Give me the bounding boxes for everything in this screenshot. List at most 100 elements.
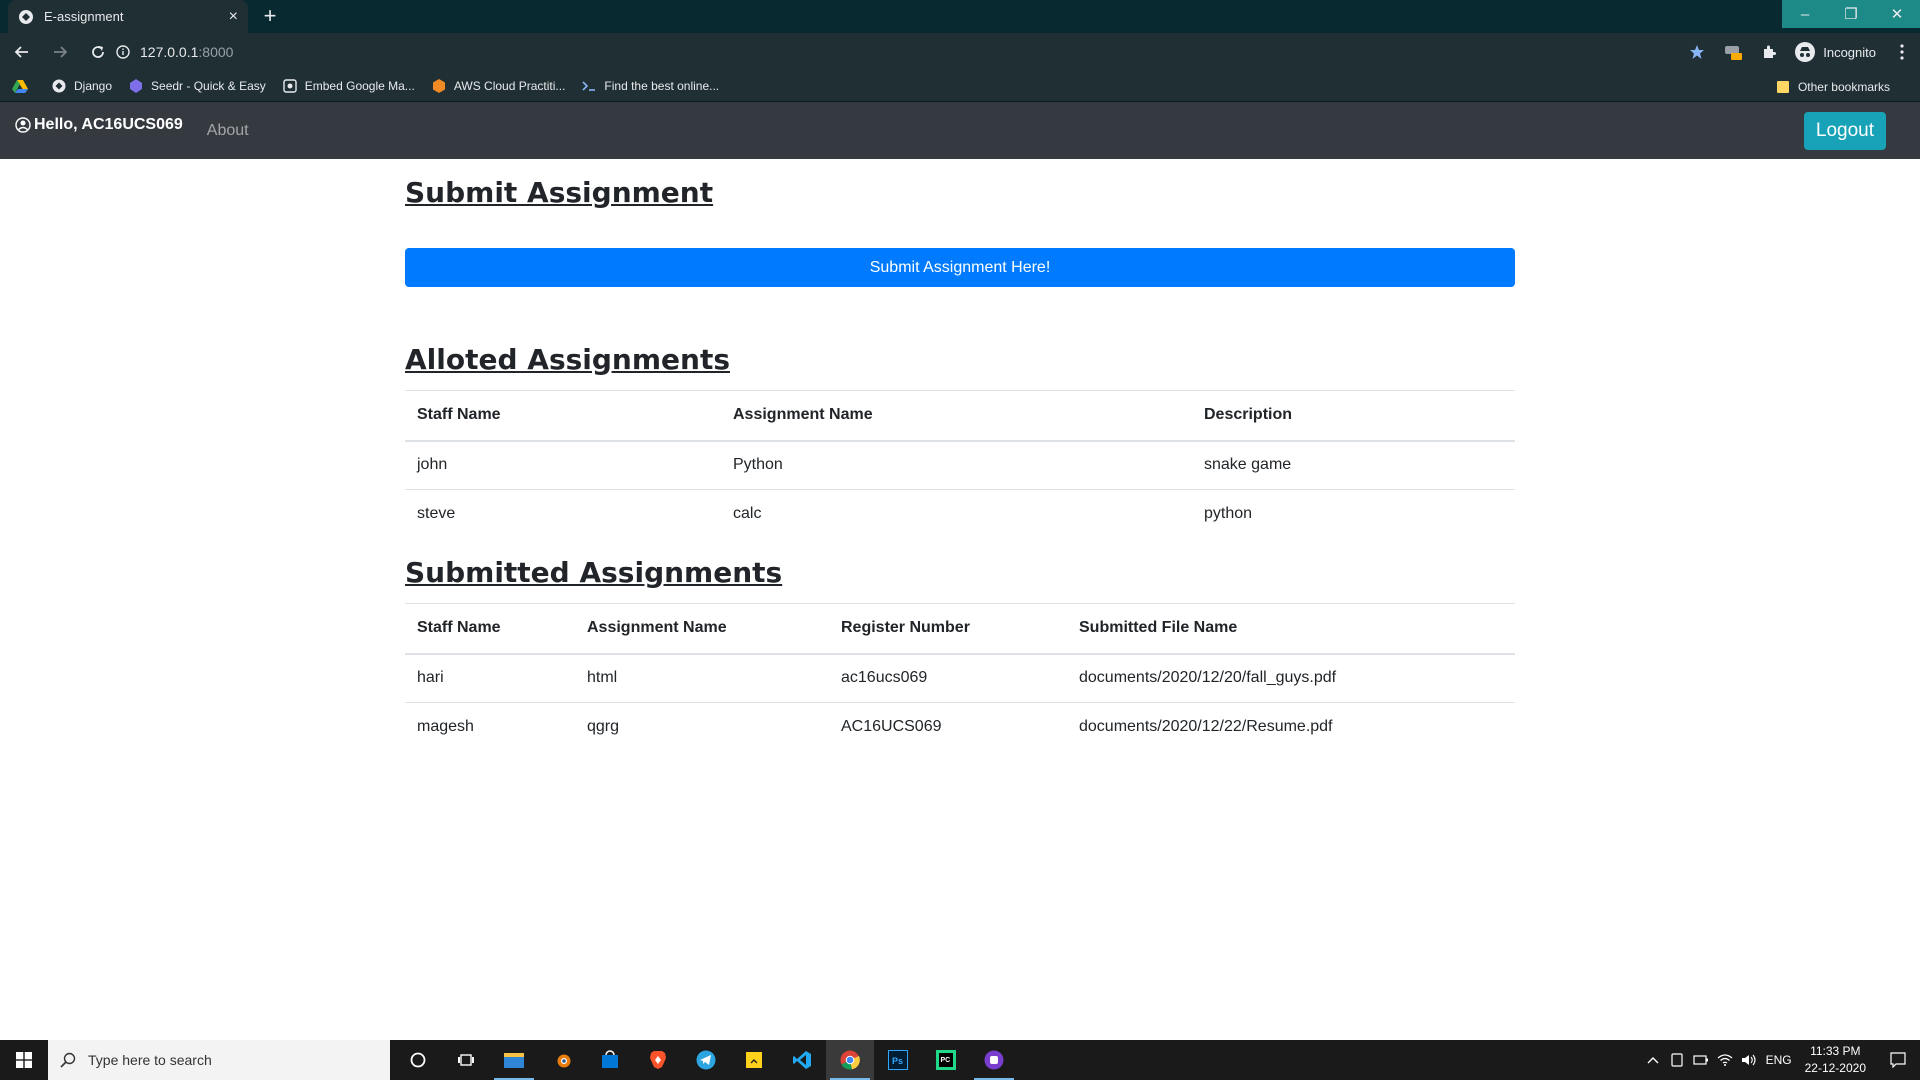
windows-taskbar: Type here to search Ps PC ENG 11:33 PM 2… (0, 1040, 1920, 1080)
extensions-icon[interactable] (1753, 36, 1785, 68)
store-icon[interactable] (586, 1040, 634, 1080)
bookmark-item[interactable]: Seedr - Quick & Easy (128, 78, 266, 94)
profile-button[interactable]: Incognito (1787, 42, 1884, 62)
bookmark-item[interactable]: Django (51, 78, 112, 94)
info-icon[interactable] (116, 45, 130, 59)
url-port: :8000 (198, 44, 234, 60)
staff-name-cell: john (405, 440, 721, 490)
register-number-cell: AC16UCS069 (829, 702, 1067, 752)
other-bookmarks[interactable]: Other bookmarks (1775, 71, 1890, 102)
table-header-row: Staff Name Assignment Name Register Numb… (405, 603, 1515, 655)
battery-icon[interactable] (1689, 1040, 1713, 1080)
assignment-name-cell: html (575, 653, 829, 703)
system-tray: ENG 11:33 PM 22-12-2020 (1641, 1040, 1920, 1080)
terminal-icon (581, 78, 597, 94)
notification-center-icon[interactable] (1876, 1040, 1920, 1080)
menu-kebab-icon[interactable] (1886, 36, 1918, 68)
svg-text:Ps: Ps (892, 1056, 903, 1066)
staff-name-cell: steve (405, 489, 721, 539)
cortana-icon[interactable] (394, 1040, 442, 1080)
alloted-assignments-heading: Alloted Assignments (405, 343, 730, 376)
back-button[interactable] (6, 36, 38, 68)
bookmark-star-icon[interactable] (1681, 36, 1713, 68)
column-header: Description (1192, 390, 1515, 442)
tracking-off-icon[interactable] (1717, 36, 1749, 68)
device-icon[interactable] (1665, 1040, 1689, 1080)
arrow-left-icon (14, 46, 28, 58)
browser-toolbar: 127.0.0.1:8000 Incognito (0, 33, 1920, 71)
staff-name-cell: hari (405, 653, 575, 703)
column-header: Staff Name (405, 390, 721, 442)
language-indicator[interactable]: ENG (1761, 1040, 1797, 1080)
close-tab-icon[interactable]: × (229, 8, 238, 26)
minimize-button[interactable]: – (1782, 0, 1828, 28)
bookmark-item[interactable]: AWS Cloud Practiti... (431, 78, 565, 94)
bookmark-label: Django (74, 79, 113, 93)
bookmark-label: Find the best online... (604, 79, 720, 93)
submit-assignment-button[interactable]: Submit Assignment Here! (405, 248, 1515, 287)
search-icon (60, 1052, 76, 1068)
taskbar-search-box[interactable]: Type here to search (48, 1040, 390, 1080)
arrow-right-icon (54, 46, 68, 58)
assignment-name-cell: Python (721, 440, 1192, 490)
chrome-icon[interactable] (826, 1040, 874, 1080)
windows-logo-icon (16, 1052, 32, 1068)
vscode-icon[interactable] (778, 1040, 826, 1080)
taskbar-clock[interactable]: 11:33 PM 22-12-2020 (1805, 1043, 1866, 1077)
submit-assignment-heading: Submit Assignment (405, 176, 714, 209)
column-header: Staff Name (405, 603, 575, 655)
incognito-icon (1795, 42, 1816, 62)
bookmark-item[interactable]: Embed Google Ma... (282, 78, 415, 94)
assignment-name-cell: qgrg (575, 702, 829, 752)
bookmark-label: Seedr - Quick & Easy (151, 79, 266, 93)
table-row: john Python snake game (405, 440, 1515, 490)
submitted-file-cell: documents/2020/12/22/Resume.pdf (1067, 702, 1515, 752)
user-greeting[interactable]: Hello, AC16UCS069 (15, 116, 183, 134)
file-explorer-icon[interactable] (490, 1040, 538, 1080)
submitted-assignments-heading: Submitted Assignments (405, 556, 783, 589)
django-icon (18, 9, 34, 25)
search-placeholder: Type here to search (88, 1052, 212, 1068)
new-tab-button[interactable]: + (258, 4, 282, 28)
logout-button[interactable]: Logout (1803, 112, 1886, 150)
greeting-text: Hello, AC16UCS069 (34, 115, 183, 133)
user-circle-icon (15, 116, 31, 133)
task-view-icon[interactable] (442, 1040, 490, 1080)
url-host: 127.0.0.1 (140, 44, 199, 60)
bookmarks-bar: Django Seedr - Quick & Easy Embed Google… (0, 71, 1920, 102)
browser-tab-strip: E-assignment × + – ❐ ✕ (0, 0, 1920, 33)
telegram-icon[interactable] (682, 1040, 730, 1080)
table-header-row: Staff Name Assignment Name Description (405, 390, 1515, 442)
app-purple-icon[interactable] (970, 1040, 1018, 1080)
wifi-icon[interactable] (1713, 1040, 1737, 1080)
nav-about-link[interactable]: About (207, 122, 249, 140)
submitted-assignments-table: Staff Name Assignment Name Register Numb… (405, 603, 1515, 752)
maps-embed-icon (282, 78, 298, 94)
assignment-name-cell: calc (721, 489, 1192, 539)
column-header: Submitted File Name (1067, 603, 1515, 655)
brave-browser-icon[interactable] (634, 1040, 682, 1080)
forward-button[interactable] (44, 36, 76, 68)
sticky-notes-icon[interactable] (730, 1040, 778, 1080)
seedr-icon (128, 78, 144, 94)
pycharm-icon[interactable]: PC (922, 1040, 970, 1080)
chevron-up-icon[interactable] (1641, 1040, 1665, 1080)
django-icon (51, 78, 67, 94)
google-drive-bookmark[interactable] (12, 78, 35, 94)
clock-time: 11:33 PM (1810, 1044, 1861, 1058)
restore-button[interactable]: ❐ (1828, 0, 1874, 28)
submitted-file-cell: documents/2020/12/20/fall_guys.pdf (1067, 653, 1515, 703)
address-bar[interactable]: 127.0.0.1:8000 (110, 37, 1700, 67)
clock-date: 22-12-2020 (1804, 1061, 1866, 1075)
svg-text:PC: PC (941, 1057, 951, 1064)
blender-icon[interactable] (538, 1040, 586, 1080)
close-window-button[interactable]: ✕ (1874, 0, 1920, 28)
photoshop-icon[interactable]: Ps (874, 1040, 922, 1080)
start-button[interactable] (0, 1040, 48, 1080)
browser-tab[interactable]: E-assignment × (8, 0, 248, 33)
volume-icon[interactable] (1737, 1040, 1761, 1080)
column-header: Register Number (829, 603, 1067, 655)
bookmark-item[interactable]: Find the best online... (581, 78, 719, 94)
tab-title: E-assignment (44, 9, 124, 24)
description-cell: snake game (1192, 440, 1515, 490)
